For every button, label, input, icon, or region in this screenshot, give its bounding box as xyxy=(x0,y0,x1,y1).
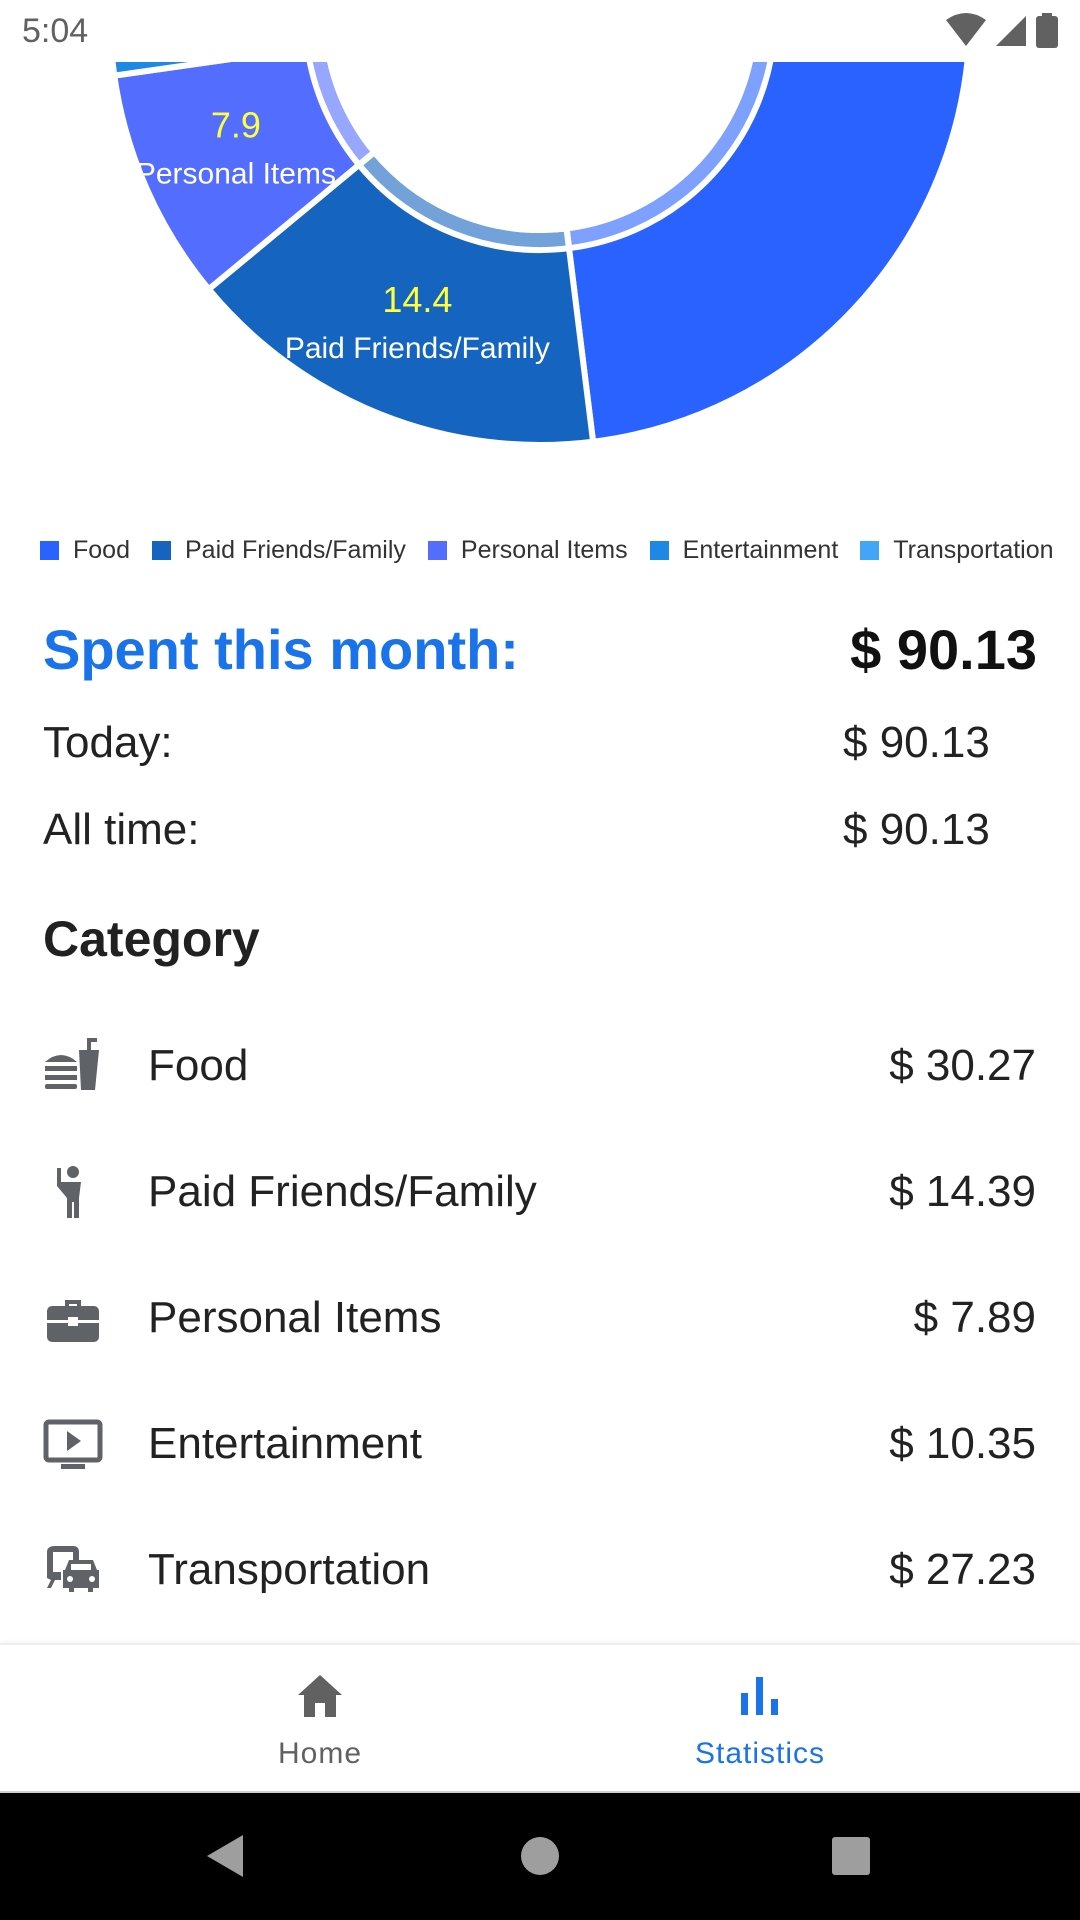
legend-item: Entertainment xyxy=(649,535,839,565)
category-item-personal-items[interactable]: Personal Items $ 7.89 xyxy=(0,1255,1080,1381)
tab-statistics-label: Statistics xyxy=(694,1737,826,1770)
status-bar: 5:04 xyxy=(0,0,1080,62)
today-value: $ 90.13 xyxy=(843,718,990,767)
bottom-navigation: Home Statistics xyxy=(0,1643,1080,1793)
briefcase-icon xyxy=(43,1288,103,1348)
fastfood-icon xyxy=(43,1036,103,1096)
data-label-value: 7.9 xyxy=(211,104,261,145)
wifi-icon xyxy=(946,13,986,46)
legend-swatch xyxy=(40,540,59,560)
legend-swatch xyxy=(151,540,171,560)
legend-item: Personal Items xyxy=(427,535,628,565)
category-label: Personal Items xyxy=(148,1293,442,1342)
category-amount: $ 7.89 xyxy=(913,1293,1036,1342)
category-amount: $ 14.39 xyxy=(889,1167,1036,1216)
home-circle-icon[interactable] xyxy=(519,1833,561,1879)
legend-label: Paid Friends/Family xyxy=(184,535,406,564)
data-label-value: 14.4 xyxy=(382,279,452,320)
donut-chart-svg: 10.4Entertainment7.9Personal Items14.4Pa… xyxy=(107,0,973,448)
category-item-entertainment[interactable]: Entertainment $ 10.35 xyxy=(0,1381,1080,1507)
battery-icon xyxy=(1036,13,1058,48)
tab-statistics[interactable]: Statistics xyxy=(490,1645,1030,1793)
data-label-name: Personal Items xyxy=(136,157,336,190)
status-icons xyxy=(944,12,1064,52)
category-label: Entertainment xyxy=(148,1419,422,1468)
legend-label: Food xyxy=(73,535,130,564)
spending-donut-chart: 10.4Entertainment7.9Personal Items14.4Pa… xyxy=(0,0,1080,500)
category-label: Paid Friends/Family xyxy=(148,1167,537,1216)
category-list: Food $ 30.27 Paid Friends/Family $ 14.39… xyxy=(0,1003,1080,1633)
today-row: Today: $ 90.13 xyxy=(43,718,1037,768)
category-item-transportation[interactable]: Transportation $ 27.23 xyxy=(0,1507,1080,1633)
spent-this-month-row: Spent this month: $ 90.13 xyxy=(43,617,1037,682)
cellular-signal-icon xyxy=(996,16,1026,46)
legend-item: Food xyxy=(40,536,130,565)
category-amount: $ 10.35 xyxy=(889,1419,1036,1468)
category-amount: $ 27.23 xyxy=(889,1545,1036,1594)
play-screen-icon xyxy=(43,1414,103,1474)
spent-this-month-value: $ 90.13 xyxy=(850,618,1037,681)
legend-swatch xyxy=(649,540,669,560)
person-waving-icon xyxy=(43,1162,103,1222)
category-item-paid-friends-family[interactable]: Paid Friends/Family $ 14.39 xyxy=(0,1129,1080,1255)
legend-swatch xyxy=(427,540,447,560)
commute-icon xyxy=(43,1540,103,1600)
alltime-row: All time: $ 90.13 xyxy=(43,805,1037,855)
today-label: Today: xyxy=(43,718,173,767)
legend-label: Transportation xyxy=(893,535,1054,564)
category-label: Transportation xyxy=(148,1545,431,1594)
legend-label: Entertainment xyxy=(682,535,839,564)
recents-icon[interactable] xyxy=(830,1833,872,1879)
category-label: Food xyxy=(148,1041,249,1090)
bar-chart-icon xyxy=(735,1671,785,1721)
legend-item: Transportation xyxy=(860,535,1054,565)
system-navigation-bar xyxy=(0,1793,1080,1920)
spent-this-month-label: Spent this month: xyxy=(43,618,519,681)
legend-swatch xyxy=(860,540,880,560)
data-label-name: Paid Friends/Family xyxy=(285,332,550,365)
category-heading: Category xyxy=(43,911,260,967)
legend-label: Personal Items xyxy=(460,535,628,564)
chart-legend: Food Paid Friends/Family Personal Items Ent… xyxy=(40,530,1080,570)
back-icon[interactable] xyxy=(203,1833,249,1879)
status-time: 5:04 xyxy=(22,12,89,50)
alltime-label: All time: xyxy=(43,805,200,854)
category-amount: $ 30.27 xyxy=(889,1041,1036,1090)
home-icon xyxy=(295,1671,345,1721)
alltime-value: $ 90.13 xyxy=(843,805,990,854)
legend-item: Paid Friends/Family xyxy=(151,535,406,565)
category-item-food[interactable]: Food $ 30.27 xyxy=(0,1003,1080,1129)
